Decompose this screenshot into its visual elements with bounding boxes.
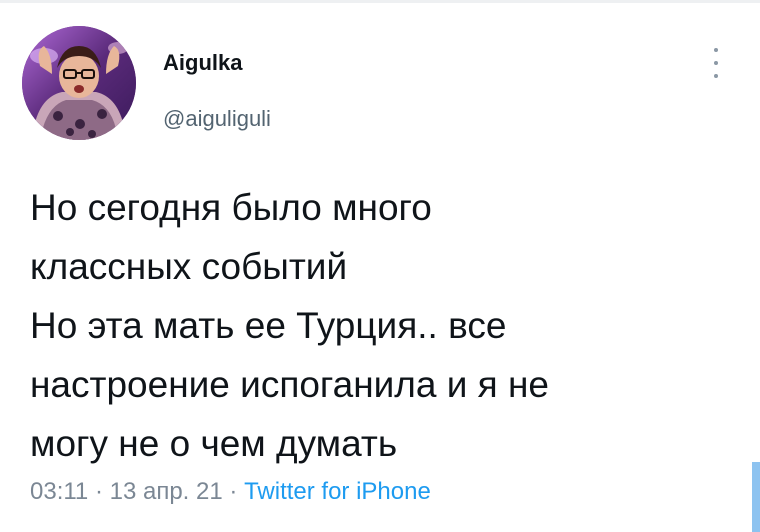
top-divider xyxy=(0,0,760,3)
tweet-text-line: классных событий xyxy=(30,246,348,287)
tweet-text-line: могу не о чем думать xyxy=(30,423,398,464)
tweet-text-line: Но эта мать ее Турция.. все xyxy=(30,305,507,346)
author-handle[interactable]: @aiguliguli xyxy=(163,106,271,132)
avatar[interactable] xyxy=(22,26,136,140)
tweet-source-link[interactable]: Twitter for iPhone xyxy=(244,478,431,505)
tweet-text-line: Но сегодня было много xyxy=(30,187,432,228)
more-dot xyxy=(714,48,718,52)
meta-separator: · xyxy=(229,478,238,505)
more-dot xyxy=(714,74,718,78)
tweet-text: Но сегодня было много классных событий Н… xyxy=(30,178,730,473)
scroll-accent xyxy=(752,462,760,532)
meta-separator: · xyxy=(94,478,103,505)
more-vertical-icon[interactable] xyxy=(708,48,724,78)
tweet-date[interactable]: 13 апр. 21 xyxy=(110,478,223,505)
tweet-time[interactable]: 03:11 xyxy=(30,478,88,505)
more-dot xyxy=(714,61,718,65)
tweet-text-line: настроение испоганила и я не xyxy=(30,364,550,405)
tweet-meta: 03:11 · 13 апр. 21 · Twitter for iPhone xyxy=(30,478,431,506)
author-name[interactable]: Aigulka xyxy=(163,50,242,76)
avatar-image xyxy=(22,26,136,140)
